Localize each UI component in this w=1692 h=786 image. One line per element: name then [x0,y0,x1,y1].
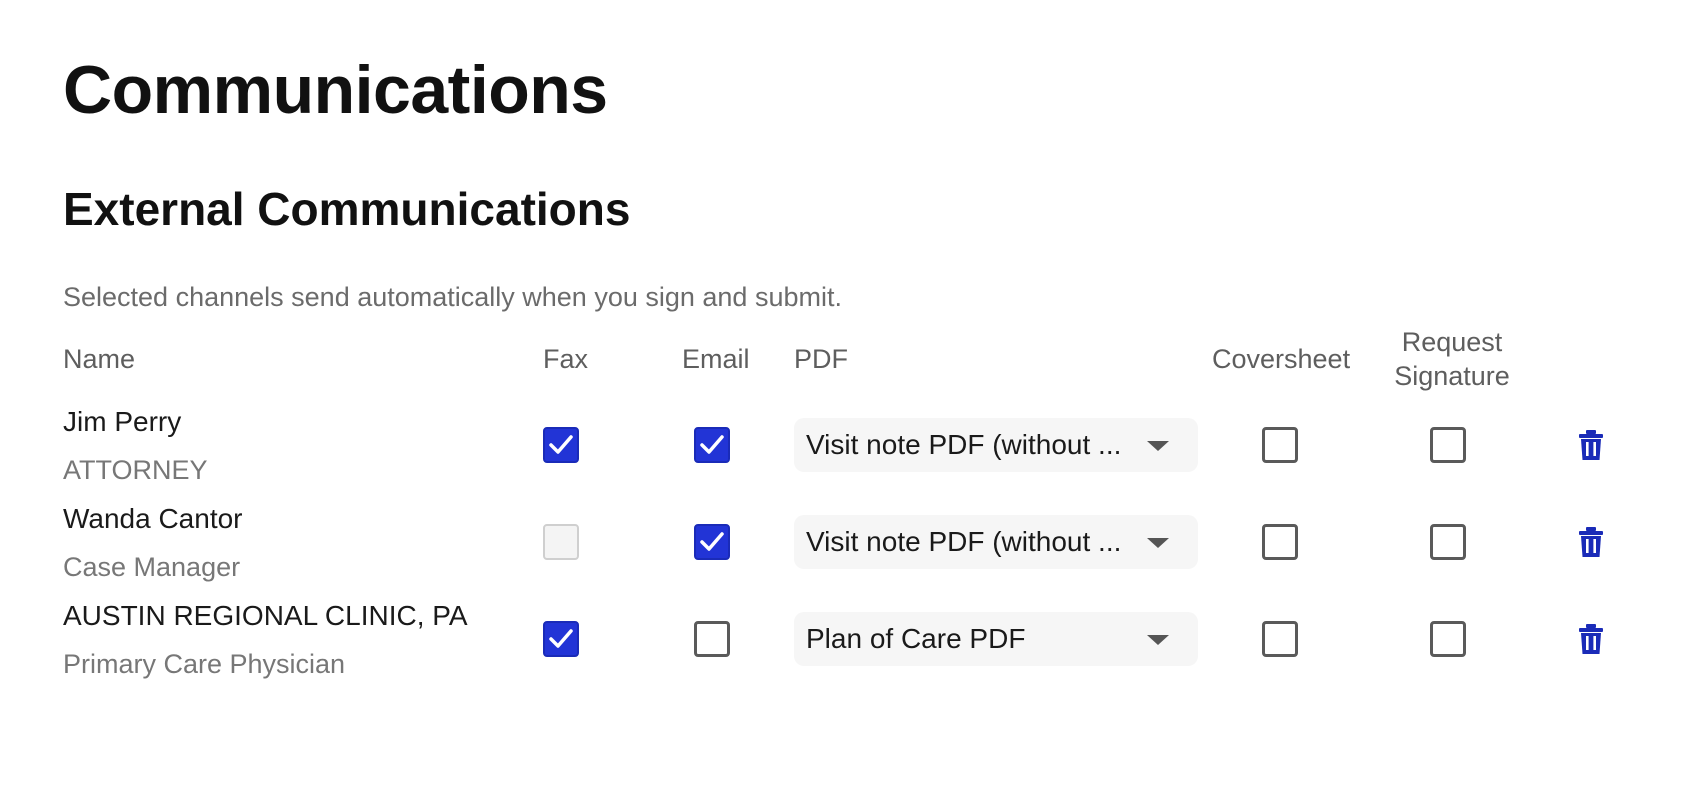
pdf-select[interactable]: Visit note PDF (without ... [794,515,1198,569]
pdf-select[interactable]: Visit note PDF (without ... [794,418,1198,472]
trash-icon [1578,624,1604,659]
chevron-down-icon [1147,441,1169,451]
delete-button[interactable] [1578,526,1604,558]
recipient-name: AUSTIN REGIONAL CLINIC, PA [63,600,468,631]
request-signature-checkbox[interactable] [1430,524,1466,560]
table-row: Jim Perry ATTORNEY Visit note PDF (without… [0,405,1692,501]
column-header-request-signature: Request Signature [1382,325,1522,393]
request-signature-checkbox[interactable] [1430,621,1466,657]
fax-checkbox [543,524,579,560]
table-row: Wanda Cantor Case Manager Visit note PDF (… [0,502,1692,598]
email-checkbox[interactable] [694,427,730,463]
pdf-select[interactable]: Plan of Care PDF [794,612,1198,666]
recipient-name: Wanda Cantor [63,503,243,534]
page-title: Communications [63,52,608,128]
column-header-request-signature-line2: Signature [1394,361,1510,391]
delete-button[interactable] [1578,429,1604,461]
pdf-select-value: Visit note PDF (without ... [806,429,1122,460]
pdf-select-value: Visit note PDF (without ... [806,526,1122,557]
table-row: AUSTIN REGIONAL CLINIC, PA Primary Care P… [0,599,1692,695]
delete-button[interactable] [1578,623,1604,655]
column-header-request-signature-line1: Request [1401,327,1503,357]
recipient-role: Case Manager [63,552,241,582]
column-header-name: Name [63,344,136,374]
section-description: Selected channels send automatically whe… [63,282,842,312]
coversheet-checkbox[interactable] [1262,524,1298,560]
coversheet-checkbox[interactable] [1262,427,1298,463]
pdf-select-value: Plan of Care PDF [806,623,1026,654]
column-header-pdf: PDF [794,344,848,374]
section-title: External Communications [63,183,631,235]
email-checkbox[interactable] [694,621,730,657]
chevron-down-icon [1147,635,1169,645]
request-signature-checkbox[interactable] [1430,427,1466,463]
chevron-down-icon [1147,538,1169,548]
column-header-email: Email [682,344,750,374]
recipient-name: Jim Perry [63,406,182,437]
column-header-fax: Fax [543,344,589,374]
trash-icon [1578,430,1604,465]
fax-checkbox[interactable] [543,621,579,657]
column-header-coversheet: Coversheet [1212,344,1351,374]
recipient-role: ATTORNEY [63,455,208,485]
recipient-role: Primary Care Physician [63,649,346,679]
coversheet-checkbox[interactable] [1262,621,1298,657]
fax-checkbox[interactable] [543,427,579,463]
email-checkbox[interactable] [694,524,730,560]
trash-icon [1578,527,1604,562]
